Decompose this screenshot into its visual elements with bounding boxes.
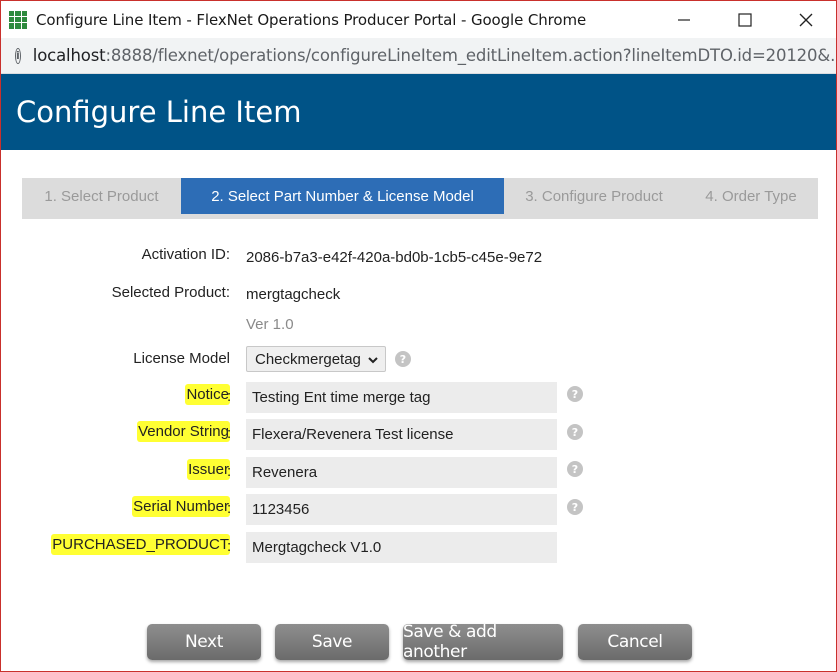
info-icon[interactable]: i	[15, 47, 21, 64]
url-text[interactable]: localhost:8888/flexnet/operations/config…	[32, 46, 837, 65]
vendor-string-label-text: Vendor String	[137, 421, 230, 442]
url-host: localhost	[32, 46, 106, 65]
app-grid-icon	[9, 10, 27, 29]
close-icon	[799, 13, 812, 26]
wizard-steps: 1. Select Product 2. Select Part Number …	[22, 178, 818, 219]
step-select-product[interactable]: 1. Select Product	[22, 178, 181, 214]
save-button[interactable]: Save	[275, 624, 389, 660]
minimize-button[interactable]	[653, 1, 714, 38]
serial-number-help-icon[interactable]: ?	[567, 499, 583, 515]
notice-label: Notice	[185, 384, 230, 405]
license-model-value: Checkmergetag	[255, 350, 361, 368]
issuer-field[interactable]: Revenera	[246, 457, 557, 488]
vendor-string-label: Vendor String	[137, 421, 230, 442]
product-version: Ver 1.0	[246, 316, 294, 333]
notice-label-text: Notice	[185, 384, 230, 405]
browser-window: Configure Line Item - FlexNet Operations…	[0, 0, 837, 672]
title-bar: Configure Line Item - FlexNet Operations…	[1, 1, 836, 38]
issuer-label-text: Issuer	[187, 459, 230, 480]
purchased-product-label: PURCHASED_PRODUCT	[51, 534, 230, 555]
page-title: Configure Line Item	[16, 95, 302, 129]
cancel-button[interactable]: Cancel	[578, 624, 692, 660]
maximize-button[interactable]	[714, 1, 775, 38]
purchased-product-colon: :	[227, 538, 232, 555]
serial-number-label: Serial Number	[132, 496, 230, 517]
maximize-icon	[737, 12, 752, 27]
close-button[interactable]	[775, 1, 836, 38]
selected-product-value: mergtagcheck	[246, 286, 341, 303]
notice-help-icon[interactable]: ?	[567, 386, 583, 402]
issuer-help-icon[interactable]: ?	[567, 461, 583, 477]
notice-field[interactable]: Testing Ent time merge tag	[246, 382, 557, 413]
step-select-part-number[interactable]: 2. Select Part Number & License Model	[181, 178, 504, 214]
save-add-another-button[interactable]: Save & add another	[403, 622, 563, 662]
vendor-string-field[interactable]: Flexera/Revenera Test license	[246, 419, 557, 450]
vendor-string-colon: :	[227, 425, 232, 442]
notice-colon: :	[227, 388, 232, 405]
minimize-icon	[677, 18, 690, 21]
url-path: :8888/flexnet/operations/configureLineIt…	[105, 46, 837, 65]
issuer-colon: :	[227, 463, 232, 480]
license-model-help-icon[interactable]: ?	[395, 351, 411, 367]
purchased-product-field[interactable]: Mergtagcheck V1.0	[246, 532, 557, 563]
activation-id-value: 2086-b7a3-e42f-420a-bd0b-1cb5-c45e-9e72	[246, 249, 543, 266]
activation-id-label: Activation ID:	[141, 246, 230, 263]
serial-number-colon: :	[227, 500, 232, 517]
vendor-string-help-icon[interactable]: ?	[567, 424, 583, 440]
step-configure-product[interactable]: 3. Configure Product	[504, 178, 684, 214]
address-bar[interactable]: i localhost:8888/flexnet/operations/conf…	[1, 38, 836, 74]
step-order-type[interactable]: 4. Order Type	[684, 178, 818, 214]
license-model-select[interactable]: Checkmergetag	[246, 346, 386, 372]
license-model-label: License Model	[133, 350, 230, 367]
selected-product-label: Selected Product:	[111, 284, 230, 301]
next-button[interactable]: Next	[147, 624, 261, 660]
page-header: Configure Line Item	[1, 74, 836, 150]
window-title: Configure Line Item - FlexNet Operations…	[36, 10, 587, 29]
serial-number-label-text: Serial Number	[132, 496, 230, 517]
chevron-down-icon	[368, 357, 378, 364]
purchased-product-label-text: PURCHASED_PRODUCT	[51, 534, 230, 555]
window-controls	[653, 1, 836, 38]
serial-number-field[interactable]: 1123456	[246, 494, 557, 525]
issuer-label: Issuer	[187, 459, 230, 480]
